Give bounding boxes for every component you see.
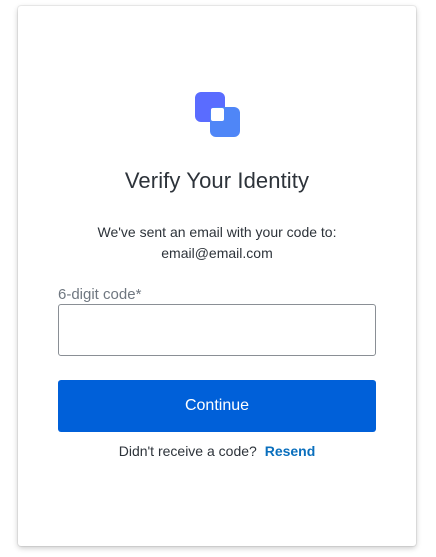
- overlapping-squares-logo-icon: [195, 92, 240, 137]
- code-field-label: 6-digit code*: [58, 286, 141, 303]
- sent-message: We've sent an email with your code to: e…: [18, 222, 416, 264]
- continue-button[interactable]: Continue: [58, 380, 376, 432]
- required-marker: *: [135, 286, 142, 303]
- resend-row: Didn't receive a code? Resend: [18, 443, 416, 459]
- verification-card: Verify Your Identity We've sent an email…: [18, 6, 416, 546]
- resend-link[interactable]: Resend: [265, 443, 316, 459]
- sent-message-text: We've sent an email with your code to:: [97, 224, 337, 240]
- resend-prompt: Didn't receive a code?: [118, 443, 257, 459]
- code-input[interactable]: [58, 304, 376, 356]
- page-title: Verify Your Identity: [124, 168, 310, 193]
- recipient-email: email@email.com: [161, 245, 273, 261]
- code-label-text: 6-digit code: [58, 286, 136, 303]
